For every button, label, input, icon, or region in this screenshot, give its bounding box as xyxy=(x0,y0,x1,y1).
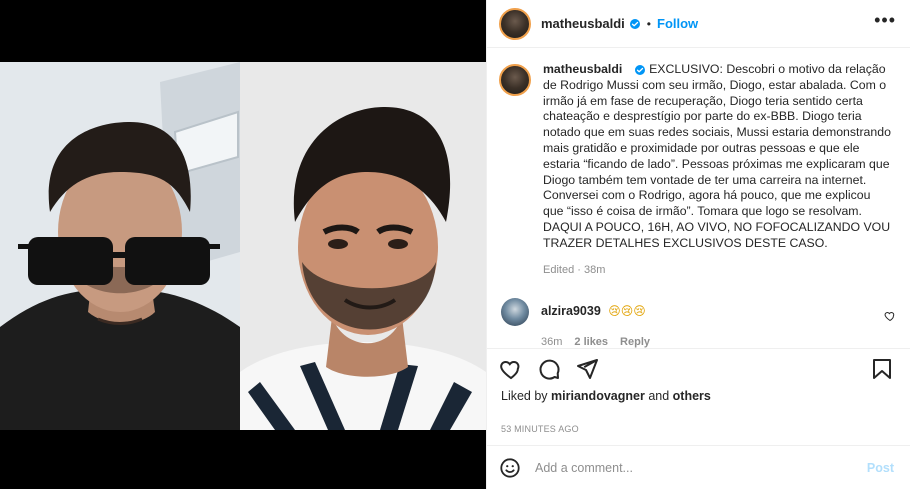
comment-meta: 36m 2 likes Reply xyxy=(541,336,650,348)
post-media[interactable] xyxy=(0,0,486,489)
more-options-icon[interactable]: ••• xyxy=(874,11,896,33)
post-side-panel: matheusbaldi • Follow ••• matheusbaldi E… xyxy=(486,0,910,489)
comment-reply-button[interactable]: Reply xyxy=(620,336,650,348)
comment-input[interactable] xyxy=(533,459,837,476)
photo-left-illustration xyxy=(0,62,240,430)
commenter-avatar[interactable] xyxy=(501,297,529,326)
verified-badge-icon xyxy=(634,64,646,76)
caption-author-avatar[interactable] xyxy=(499,64,531,96)
caption-edited-meta: Edited · 38m xyxy=(543,263,606,276)
comment-item: alzira9039 😢😢😢 36m 2 likes Reply xyxy=(499,297,896,348)
likes-summary: Liked by miriandovagner and others xyxy=(499,389,894,403)
author-username[interactable]: matheusbaldi xyxy=(541,16,625,31)
photo-right xyxy=(240,62,486,430)
verified-badge-icon xyxy=(629,18,641,30)
post-header: matheusbaldi • Follow ••• xyxy=(487,0,910,48)
commenter-username[interactable]: alzira9039 xyxy=(541,304,601,318)
follow-button[interactable]: Follow xyxy=(657,16,698,31)
author-avatar[interactable] xyxy=(499,7,531,40)
bookmark-icon[interactable] xyxy=(870,357,894,381)
comment-heart-icon[interactable] xyxy=(884,310,896,322)
comment-body: alzira9039 😢😢😢 36m 2 likes Reply xyxy=(541,298,650,348)
emoji-icon[interactable] xyxy=(499,457,521,479)
photo-left xyxy=(0,62,240,430)
comment-time: 36m xyxy=(541,335,563,348)
comments-area[interactable]: matheusbaldi EXCLUSIVO: Descobri o motiv… xyxy=(487,50,910,348)
liked-by-user[interactable]: miriandovagner xyxy=(551,389,645,403)
heart-icon[interactable] xyxy=(499,357,523,381)
comment-emojis: 😢😢😢 xyxy=(608,303,646,318)
liked-by-others[interactable]: others xyxy=(673,389,711,403)
caption-body: matheusbaldi EXCLUSIVO: Descobri o motiv… xyxy=(543,62,893,276)
photo-right-illustration xyxy=(240,62,486,430)
instagram-post-window: matheusbaldi • Follow ••• matheusbaldi E… xyxy=(0,0,910,489)
comment-likes[interactable]: 2 likes xyxy=(574,336,608,348)
post-timestamp: 53 MINUTES AGO xyxy=(501,424,579,434)
post-comment-button[interactable]: Post xyxy=(867,461,894,475)
header-dot: • xyxy=(646,16,651,31)
post-caption: matheusbaldi EXCLUSIVO: Descobri o motiv… xyxy=(499,62,896,276)
liked-by-and: and xyxy=(648,389,670,403)
share-icon[interactable] xyxy=(575,357,599,381)
liked-by-prefix: Liked by xyxy=(501,389,548,403)
post-actions: Liked by miriandovagner and others xyxy=(487,348,910,408)
comment-line: alzira9039 😢😢😢 xyxy=(541,304,650,318)
add-comment-bar: Post xyxy=(487,445,910,489)
caption-text: matheusbaldi EXCLUSIVO: Descobri o motiv… xyxy=(543,62,893,252)
caption-content: EXCLUSIVO: Descobri o motivo da relação … xyxy=(543,62,891,250)
action-row xyxy=(499,349,894,389)
caption-author-username[interactable]: matheusbaldi xyxy=(543,62,622,76)
comment-icon[interactable] xyxy=(537,357,561,381)
